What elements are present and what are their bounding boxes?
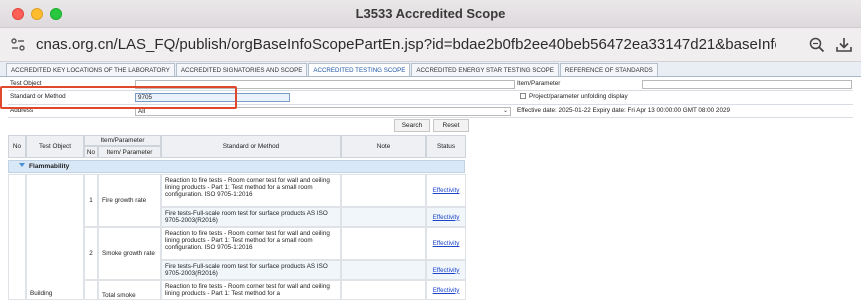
reset-button[interactable]: Reset <box>433 119 469 132</box>
unfold-checkbox[interactable] <box>520 93 526 99</box>
search-button[interactable]: Search <box>394 119 430 132</box>
item-parameter-label: Item/Parameter <box>517 80 561 87</box>
unfold-option[interactable]: Project/parameter unfolding display <box>520 92 628 102</box>
address-select-value: All <box>138 108 145 115</box>
standard-cell: Fire tests-Full-scale room test for surf… <box>161 260 341 280</box>
col-header-note: Note <box>341 135 426 158</box>
scope-tabs: ACCREDITED KEY LOCATIONS OF THE LABORATO… <box>0 62 861 77</box>
highlight-annotation <box>0 86 237 109</box>
group-row-flammability[interactable]: Flammability <box>8 160 465 173</box>
note-cell <box>341 174 426 207</box>
standard-cell: Reaction to fire tests - Room corner tes… <box>161 174 341 207</box>
item-no-1: 1 <box>84 174 98 227</box>
group-label: Flammability <box>29 163 70 170</box>
form-divider <box>8 117 853 118</box>
download-icon[interactable] <box>834 35 854 55</box>
tab-testing-scope[interactable]: ACCREDITED TESTING SCOPE <box>308 63 411 76</box>
note-cell <box>341 260 426 280</box>
status-cell: Effectivity <box>426 174 466 207</box>
standard-cell: Reaction to fire tests - Room corner tes… <box>161 280 341 300</box>
standard-cell: Fire tests-Full-scale room test for surf… <box>161 207 341 227</box>
status-link[interactable]: Effectivity <box>433 187 460 194</box>
status-link[interactable]: Effectivity <box>433 287 460 294</box>
item-parameter-input[interactable] <box>642 80 852 89</box>
item-no-3 <box>84 280 98 300</box>
item-name-3: Total smoke <box>98 280 161 300</box>
validity-dates: Effective date: 2025-01-22 Expiry date: … <box>517 107 730 114</box>
status-cell: Effectivity <box>426 260 466 280</box>
expand-triangle-icon[interactable] <box>19 163 25 167</box>
status-cell: Effectivity <box>426 227 466 260</box>
status-link[interactable]: Effectivity <box>433 267 460 274</box>
address-bar: cnas.org.cn/LAS_FQ/publish/orgBaseInfoSc… <box>0 28 861 62</box>
col-header-sub-no: No <box>84 146 98 158</box>
item-no-2: 2 <box>84 227 98 280</box>
status-link[interactable]: Effectivity <box>433 214 460 221</box>
col-header-sub-item: Item/ Parameter <box>98 146 161 158</box>
col-header-test-object: Test Object <box>26 135 84 158</box>
standard-cell: Reaction to fire tests - Room corner tes… <box>161 227 341 260</box>
url-text[interactable]: cnas.org.cn/LAS_FQ/publish/orgBaseInfoSc… <box>36 36 776 53</box>
note-cell <box>341 207 426 227</box>
item-name-2: Smoke growth rate <box>98 227 161 280</box>
tab-key-locations[interactable]: ACCREDITED KEY LOCATIONS OF THE LABORATO… <box>6 63 175 76</box>
tab-energy-star[interactable]: ACCREDITED ENERGY STAR TESTING SCOPE <box>411 63 559 76</box>
note-cell <box>341 280 426 300</box>
tab-reference-standards[interactable]: REFERENCE OF STANDARDS <box>559 63 658 76</box>
col-header-standard: Standard or Method <box>161 135 341 158</box>
col-header-item-parameter: Item/Parameter <box>84 135 161 146</box>
test-object-cell: Building <box>26 174 84 300</box>
zoom-icon[interactable] <box>808 36 826 54</box>
unfold-label: Project/parameter unfolding display <box>529 93 628 100</box>
tab-signatories[interactable]: ACCREDITED SIGNATORIES AND SCOPE <box>175 63 308 76</box>
col-header-no: No <box>8 135 26 158</box>
row-no-cell <box>8 174 26 300</box>
note-cell <box>341 227 426 260</box>
site-settings-icon[interactable] <box>10 37 26 53</box>
col-header-status: Status <box>426 135 466 158</box>
window-title: L3533 Accredited Scope <box>355 6 506 21</box>
chevron-down-icon: ⌄ <box>502 108 508 114</box>
status-cell: Effectivity <box>426 280 466 300</box>
status-cell: Effectivity <box>426 207 466 227</box>
item-name-1: Fire growth rate <box>98 174 161 227</box>
status-link[interactable]: Effectivity <box>433 240 460 247</box>
window-titlebar: L3533 Accredited Scope <box>0 0 861 28</box>
